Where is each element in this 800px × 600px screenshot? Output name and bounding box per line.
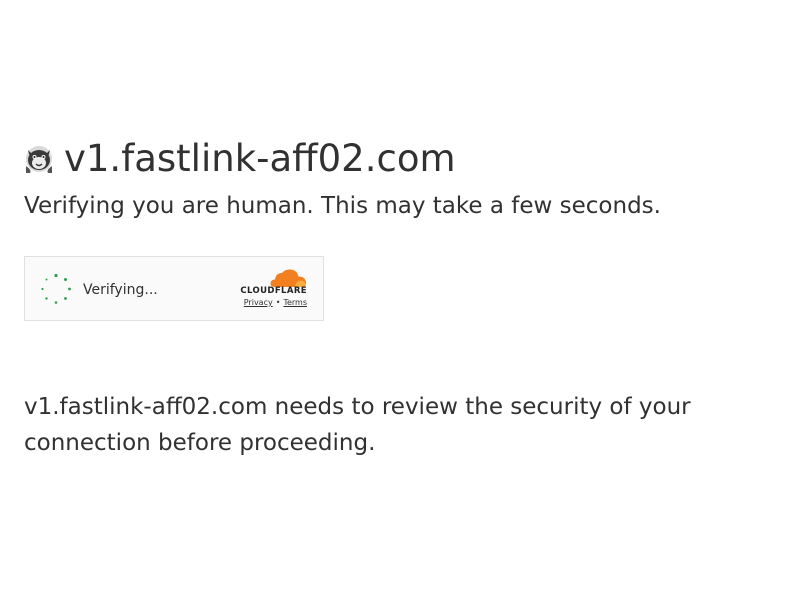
policy-links: Privacy • Terms xyxy=(244,298,307,307)
verifying-status: Verifying... xyxy=(83,282,158,298)
cloudflare-wordmark: CLOUDFLARE xyxy=(240,286,307,296)
cloudflare-cloud-icon xyxy=(269,268,307,288)
title-row: v1.fastlink-aff02.com xyxy=(24,136,456,182)
verification-subtitle: Verifying you are human. This may take a… xyxy=(24,193,661,219)
turnstile-widget[interactable]: Verifying... CLOUDFLARE Privacy • Terms xyxy=(24,256,324,321)
loading-spinner-icon xyxy=(40,273,72,305)
security-message: v1.fastlink-aff02.com needs to review th… xyxy=(24,394,691,456)
privacy-link[interactable]: Privacy xyxy=(244,298,273,307)
link-separator: • xyxy=(275,298,281,307)
site-favicon-icon xyxy=(24,144,54,174)
site-title: v1.fastlink-aff02.com xyxy=(64,137,456,180)
terms-link[interactable]: Terms xyxy=(283,298,307,307)
cloudflare-branding: CLOUDFLARE Privacy • Terms xyxy=(231,268,307,312)
